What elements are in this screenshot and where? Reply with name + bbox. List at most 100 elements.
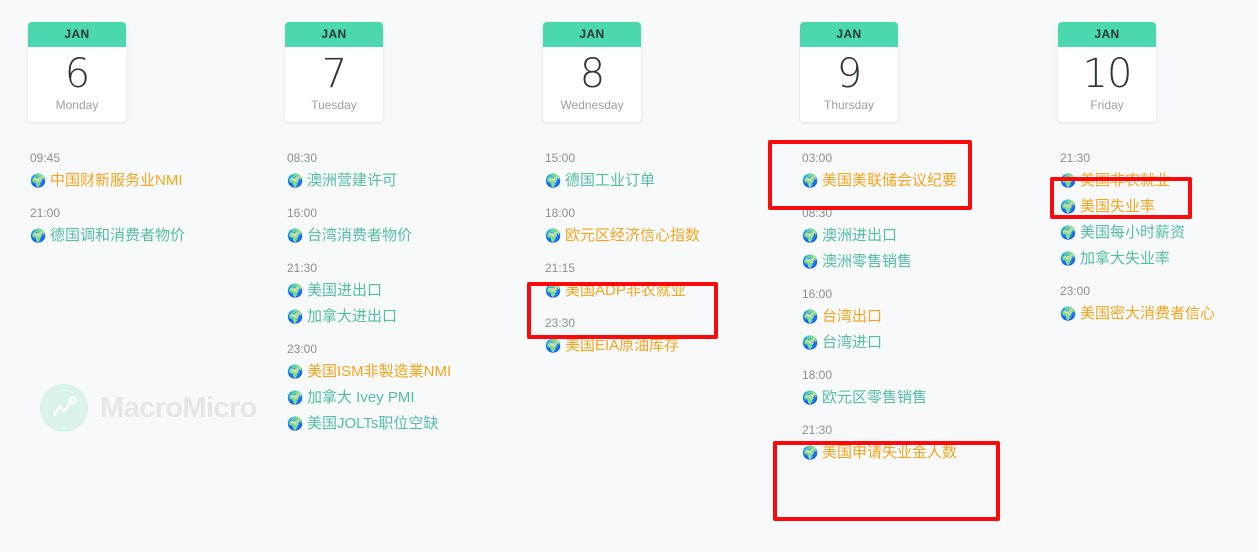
macromicro-wordmark: MacroMicro — [100, 392, 257, 424]
date-card[interactable]: JAN 6 Monday — [28, 22, 126, 122]
date-day-number: 9 — [836, 51, 862, 97]
globe-icon: 🌍 — [287, 309, 304, 324]
event-name[interactable]: 欧元区经济信心指数 — [565, 223, 700, 249]
event-item[interactable]: 🌍 台湾消费者物价 — [285, 223, 535, 249]
event-name[interactable]: 美国ISM非製造業NMI — [307, 359, 451, 385]
time-group: 23:30 🌍 美国EIA原油库存 — [543, 315, 793, 359]
time-group: 21:15 🌍 美国ADP非农就业 — [543, 260, 793, 304]
date-month-label: JAN — [800, 22, 898, 47]
event-item[interactable]: 🌍 中国财新服务业NMI — [28, 168, 278, 194]
event-name[interactable]: 美国密大消费者信心 — [1080, 301, 1215, 327]
event-item[interactable]: 🌍 美国进出口 — [285, 278, 535, 304]
time-group: 21:30 🌍 美国申请失业金人数 — [800, 422, 1050, 466]
time-group: 18:00 🌍 欧元区经济信心指数 — [543, 205, 793, 249]
event-item[interactable]: 🌍 美国ADP非农就业 — [543, 278, 793, 304]
event-item[interactable]: 🌍 加拿大进出口 — [285, 304, 535, 330]
event-time-label: 21:30 — [802, 423, 833, 437]
globe-icon: 🌍 — [802, 445, 819, 460]
day-column: JAN 9 Thursday 03:00 🌍 美国美联储会议纪要 08:30 🌍 澳洲进出口 🌍 澳… — [800, 0, 1050, 552]
globe-icon: 🌍 — [287, 416, 304, 431]
globe-icon: 🌍 — [545, 338, 562, 353]
event-time-label: 03:00 — [802, 151, 833, 165]
event-name[interactable]: 台湾出口 — [822, 304, 882, 330]
date-card[interactable]: JAN 10 Friday — [1058, 22, 1156, 122]
event-name[interactable]: 加拿大进出口 — [307, 304, 397, 330]
globe-icon: 🌍 — [1060, 173, 1077, 188]
event-item[interactable]: 🌍 澳洲进出口 — [800, 223, 1050, 249]
event-name[interactable]: 美国非农就业 — [1080, 168, 1170, 194]
event-name[interactable]: 中国财新服务业NMI — [50, 168, 183, 194]
globe-icon: 🌍 — [802, 335, 819, 350]
event-item[interactable]: 🌍 美国失业率 — [1058, 194, 1257, 220]
time-group: 16:00 🌍 台湾消费者物价 — [285, 205, 535, 249]
date-card[interactable]: JAN 9 Thursday — [800, 22, 898, 122]
day-column: JAN 8 Wednesday 15:00 🌍 德国工业订单 18:00 🌍 欧元区经济信心指数… — [543, 0, 793, 552]
event-item[interactable]: 🌍 美国每小时薪资 — [1058, 220, 1257, 246]
globe-icon: 🌍 — [802, 390, 819, 405]
globe-icon: 🌍 — [287, 364, 304, 379]
event-name[interactable]: 美国申请失业金人数 — [822, 440, 957, 466]
time-group: 23:00 🌍 美国ISM非製造業NMI 🌍 加拿大 Ivey PMI 🌍 美国JOLTs职… — [285, 341, 535, 437]
event-item[interactable]: 🌍 德国工业订单 — [543, 168, 793, 194]
economic-calendar: MacroMicro JAN 6 Monday 09:45 🌍 中国财新服务业NMI 21:… — [0, 0, 1257, 552]
time-group: 08:30 🌍 澳洲营建许可 — [285, 150, 535, 194]
globe-icon: 🌍 — [1060, 251, 1077, 266]
event-time-label: 23:30 — [545, 316, 576, 330]
event-time-label: 21:30 — [287, 261, 318, 275]
event-name[interactable]: 美国每小时薪资 — [1080, 220, 1185, 246]
event-name[interactable]: 澳洲零售销售 — [822, 249, 912, 275]
event-item[interactable]: 🌍 美国申请失业金人数 — [800, 440, 1050, 466]
event-name[interactable]: 美国失业率 — [1080, 194, 1155, 220]
time-group: 09:45 🌍 中国财新服务业NMI — [28, 150, 278, 194]
event-item[interactable]: 🌍 美国非农就业 — [1058, 168, 1257, 194]
event-item[interactable]: 🌍 台湾进口 — [800, 330, 1050, 356]
event-time-label: 21:30 — [1060, 151, 1091, 165]
event-item[interactable]: 🌍 台湾出口 — [800, 304, 1050, 330]
event-item[interactable]: 🌍 加拿大失业率 — [1058, 246, 1257, 272]
event-name[interactable]: 美国进出口 — [307, 278, 382, 304]
event-list: 15:00 🌍 德国工业订单 18:00 🌍 欧元区经济信心指数 21:15 🌍 美国ADP非农… — [543, 150, 793, 370]
event-name[interactable]: 德国调和消费者物价 — [50, 223, 185, 249]
time-group: 18:00 🌍 欧元区零售销售 — [800, 367, 1050, 411]
event-time-label: 16:00 — [802, 287, 833, 301]
date-card[interactable]: JAN 7 Tuesday — [285, 22, 383, 122]
event-item[interactable]: 🌍 澳洲营建许可 — [285, 168, 535, 194]
event-name[interactable]: 澳洲进出口 — [822, 223, 897, 249]
date-card[interactable]: JAN 8 Wednesday — [543, 22, 641, 122]
event-item[interactable]: 🌍 美国ISM非製造業NMI — [285, 359, 535, 385]
date-month-label: JAN — [28, 22, 126, 47]
event-item[interactable]: 🌍 欧元区零售销售 — [800, 385, 1050, 411]
event-name[interactable]: 德国工业订单 — [565, 168, 655, 194]
event-item[interactable]: 🌍 德国调和消费者物价 — [28, 223, 278, 249]
event-name[interactable]: 美国美联储会议纪要 — [822, 168, 957, 194]
time-group: 16:00 🌍 台湾出口 🌍 台湾进口 — [800, 286, 1050, 356]
event-name[interactable]: 台湾进口 — [822, 330, 882, 356]
event-item[interactable]: 🌍 欧元区经济信心指数 — [543, 223, 793, 249]
event-name[interactable]: 美国ADP非农就业 — [565, 278, 686, 304]
event-name[interactable]: 加拿大 Ivey PMI — [307, 385, 415, 411]
date-card-body: 8 Wednesday — [543, 47, 641, 122]
event-name[interactable]: 台湾消费者物价 — [307, 223, 412, 249]
globe-icon: 🌍 — [30, 228, 47, 243]
globe-icon: 🌍 — [287, 283, 304, 298]
date-day-name: Tuesday — [311, 98, 357, 112]
date-card-body: 7 Tuesday — [285, 47, 383, 122]
event-name[interactable]: 美国EIA原油库存 — [565, 333, 679, 359]
event-list: 03:00 🌍 美国美联储会议纪要 08:30 🌍 澳洲进出口 🌍 澳洲零售销售 16:00 🌍 台… — [800, 150, 1050, 477]
event-item[interactable]: 🌍 美国美联储会议纪要 — [800, 168, 1050, 194]
event-item[interactable]: 🌍 美国密大消费者信心 — [1058, 301, 1257, 327]
globe-icon: 🌍 — [287, 390, 304, 405]
event-time-label: 08:30 — [802, 206, 833, 220]
event-item[interactable]: 🌍 美国EIA原油库存 — [543, 333, 793, 359]
event-item[interactable]: 🌍 美国JOLTs职位空缺 — [285, 411, 535, 437]
event-item[interactable]: 🌍 加拿大 Ivey PMI — [285, 385, 535, 411]
date-day-name: Thursday — [823, 98, 875, 112]
event-name[interactable]: 美国JOLTs职位空缺 — [307, 411, 438, 437]
event-list: 08:30 🌍 澳洲营建许可 16:00 🌍 台湾消费者物价 21:30 🌍 美国进出口 🌍 加拿大… — [285, 150, 535, 448]
event-item[interactable]: 🌍 澳洲零售销售 — [800, 249, 1050, 275]
event-name[interactable]: 欧元区零售销售 — [822, 385, 927, 411]
event-time-label: 18:00 — [802, 368, 833, 382]
date-card-body: 9 Thursday — [800, 47, 898, 122]
event-name[interactable]: 加拿大失业率 — [1080, 246, 1170, 272]
event-name[interactable]: 澳洲营建许可 — [307, 168, 397, 194]
